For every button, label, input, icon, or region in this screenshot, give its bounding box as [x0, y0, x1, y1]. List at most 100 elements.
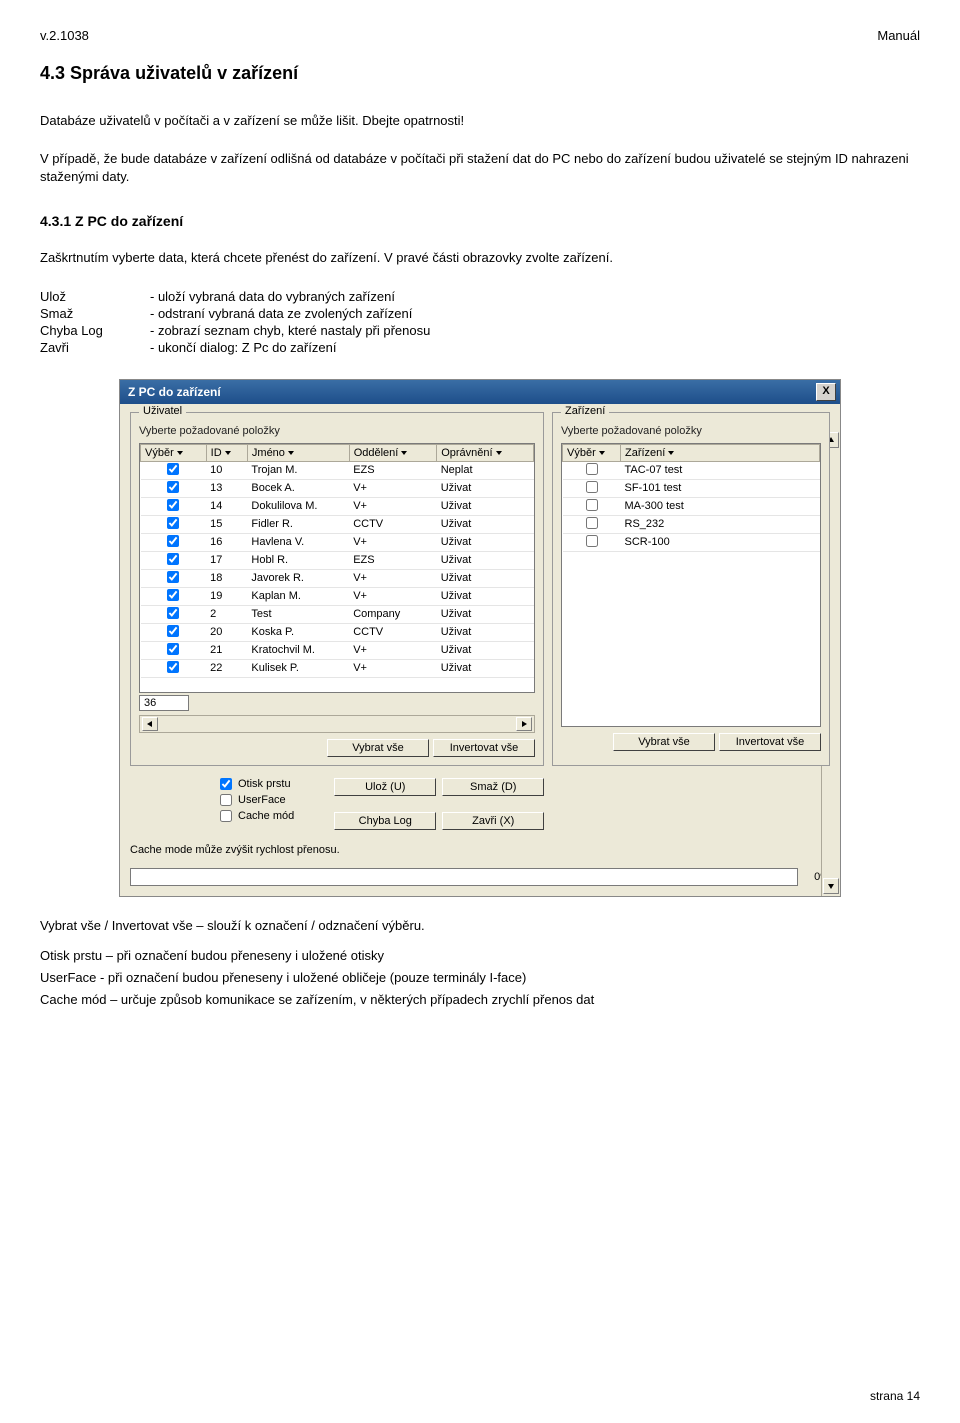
- cell-name: Test: [247, 605, 349, 623]
- scroll-right-icon[interactable]: [516, 717, 532, 731]
- row-checkbox[interactable]: [167, 481, 179, 493]
- dropdown-icon[interactable]: [224, 449, 232, 457]
- userface-checkbox[interactable]: [220, 794, 232, 806]
- cache-note: Cache mode může zvýšit rychlost přenosu.: [130, 844, 830, 856]
- cell-name: Koska P.: [247, 623, 349, 641]
- table-row[interactable]: 14Dokulilova M.V+Uživat: [141, 497, 534, 515]
- cache-mod-checkbox-row[interactable]: Cache mód: [220, 810, 294, 822]
- row-checkbox[interactable]: [167, 589, 179, 601]
- otisk-prstu-checkbox[interactable]: [220, 778, 232, 790]
- table-row[interactable]: 13Bocek A.V+Uživat: [141, 479, 534, 497]
- def-desc: - zobrazí seznam chyb, které nastaly při…: [150, 323, 920, 338]
- row-checkbox[interactable]: [586, 535, 598, 547]
- row-checkbox[interactable]: [167, 643, 179, 655]
- dropdown-icon[interactable]: [287, 449, 295, 457]
- row-checkbox[interactable]: [167, 553, 179, 565]
- table-row[interactable]: 15Fidler R.CCTVUživat: [141, 515, 534, 533]
- zavri-button[interactable]: Zavři (X): [442, 812, 544, 830]
- dropdown-icon[interactable]: [400, 449, 408, 457]
- scroll-down-icon[interactable]: [823, 878, 839, 894]
- userface-label: UserFace: [238, 794, 286, 806]
- chyba-log-button[interactable]: Chyba Log: [334, 812, 436, 830]
- def-term: Zavři: [40, 340, 150, 355]
- cell-id: 2: [206, 605, 247, 623]
- cell-dept: Company: [349, 605, 437, 623]
- cell-id: 21: [206, 641, 247, 659]
- smaz-button[interactable]: Smaž (D): [442, 778, 544, 796]
- cache-mod-checkbox[interactable]: [220, 810, 232, 822]
- uloz-button[interactable]: Ulož (U): [334, 778, 436, 796]
- table-row[interactable]: 16Havlena V.V+Uživat: [141, 533, 534, 551]
- table-row[interactable]: RS_232: [563, 515, 820, 533]
- row-checkbox[interactable]: [167, 625, 179, 637]
- row-checkbox[interactable]: [167, 661, 179, 673]
- cell-dept: EZS: [349, 461, 437, 479]
- def-desc: - odstraní vybraná data ze zvolených zař…: [150, 306, 920, 321]
- scroll-left-icon[interactable]: [142, 717, 158, 731]
- dialog-title: Z PC do zařízení: [128, 385, 221, 399]
- row-checkbox[interactable]: [167, 535, 179, 547]
- row-checkbox[interactable]: [167, 607, 179, 619]
- dropdown-icon[interactable]: [495, 449, 503, 457]
- table-row[interactable]: 21Kratochvil M.V+Uživat: [141, 641, 534, 659]
- row-checkbox[interactable]: [586, 517, 598, 529]
- dropdown-icon[interactable]: [176, 449, 184, 457]
- device-hint: Vyberte požadované položky: [561, 425, 821, 437]
- row-checkbox[interactable]: [167, 463, 179, 475]
- cell-id: 19: [206, 587, 247, 605]
- user-col-header[interactable]: Výběr: [141, 444, 207, 461]
- table-row[interactable]: 22Kulisek P.V+Uživat: [141, 659, 534, 677]
- after-para-3: UserFace - při označení budou přeneseny …: [40, 969, 920, 987]
- section-title: 4.3 Správa uživatelů v zařízení: [40, 63, 920, 84]
- cell-dept: V+: [349, 569, 437, 587]
- user-col-header[interactable]: Oddělení: [349, 444, 437, 461]
- paragraph-3: Zaškrtnutím vyberte data, která chcete p…: [40, 249, 920, 267]
- device-col-header[interactable]: Zařízení: [621, 444, 820, 461]
- row-checkbox[interactable]: [167, 499, 179, 511]
- device-select-all-button[interactable]: Vybrat vše: [613, 733, 715, 751]
- table-row[interactable]: 10Trojan M.EZSNeplat: [141, 461, 534, 479]
- device-invert-all-button[interactable]: Invertovat vše: [719, 733, 821, 751]
- cache-mod-label: Cache mód: [238, 810, 294, 822]
- otisk-prstu-checkbox-row[interactable]: Otisk prstu: [220, 778, 294, 790]
- cell-id: 14: [206, 497, 247, 515]
- user-invert-all-button[interactable]: Invertovat vše: [433, 739, 535, 757]
- table-row[interactable]: SF-101 test: [563, 479, 820, 497]
- row-checkbox[interactable]: [586, 463, 598, 475]
- cell-dept: EZS: [349, 551, 437, 569]
- table-row[interactable]: 2TestCompanyUživat: [141, 605, 534, 623]
- user-col-header[interactable]: Oprávnění: [437, 444, 534, 461]
- user-horizontal-scrollbar[interactable]: [139, 715, 535, 733]
- user-col-header[interactable]: ID: [206, 444, 247, 461]
- table-row[interactable]: SCR-100: [563, 533, 820, 551]
- subsection-title: 4.3.1 Z PC do zařízení: [40, 213, 920, 229]
- row-checkbox[interactable]: [167, 571, 179, 583]
- def-term: Smaž: [40, 306, 150, 321]
- userface-checkbox-row[interactable]: UserFace: [220, 794, 294, 806]
- after-para-4: Cache mód – určuje způsob komunikace se …: [40, 991, 920, 1009]
- close-button[interactable]: X: [816, 383, 836, 401]
- cell-device: SF-101 test: [621, 479, 820, 497]
- cell-id: 20: [206, 623, 247, 641]
- cell-perm: Uživat: [437, 605, 534, 623]
- cell-perm: Uživat: [437, 623, 534, 641]
- table-row[interactable]: 17Hobl R.EZSUživat: [141, 551, 534, 569]
- table-row[interactable]: MA-300 test: [563, 497, 820, 515]
- device-table: VýběrZařízeníTAC-07 testSF-101 testMA-30…: [562, 444, 820, 552]
- table-row[interactable]: 18Javorek R.V+Uživat: [141, 569, 534, 587]
- user-col-header[interactable]: Jméno: [247, 444, 349, 461]
- cell-perm: Uživat: [437, 533, 534, 551]
- row-checkbox[interactable]: [167, 517, 179, 529]
- table-row[interactable]: 20Koska P.CCTVUživat: [141, 623, 534, 641]
- row-checkbox[interactable]: [586, 481, 598, 493]
- device-col-header[interactable]: Výběr: [563, 444, 621, 461]
- cell-device: TAC-07 test: [621, 461, 820, 479]
- row-checkbox[interactable]: [586, 499, 598, 511]
- table-row[interactable]: TAC-07 test: [563, 461, 820, 479]
- dropdown-icon[interactable]: [667, 449, 675, 457]
- cell-perm: Uživat: [437, 497, 534, 515]
- dropdown-icon[interactable]: [598, 449, 606, 457]
- table-row[interactable]: 19Kaplan M.V+Uživat: [141, 587, 534, 605]
- cell-dept: V+: [349, 659, 437, 677]
- user-select-all-button[interactable]: Vybrat vše: [327, 739, 429, 757]
